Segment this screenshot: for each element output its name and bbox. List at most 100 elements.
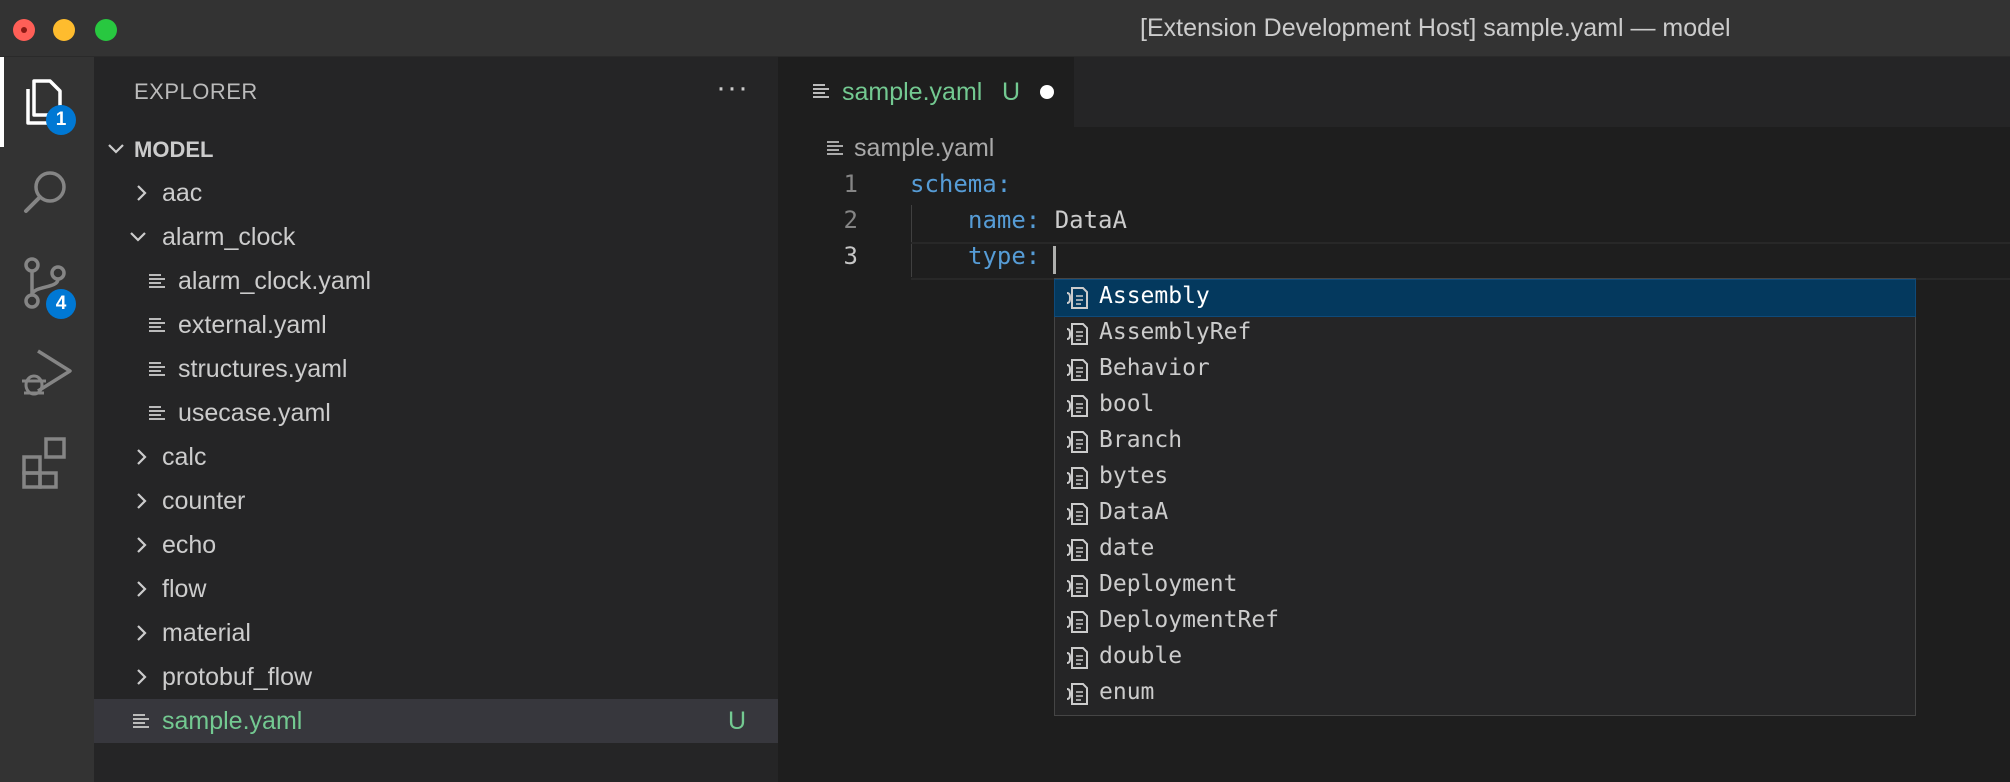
window-title: [Extension Development Host] sample.yaml… <box>1140 14 1731 42</box>
snippet-icon <box>1063 608 1091 642</box>
suggestion-label: bytes <box>1099 463 1169 489</box>
tree-item-external-yaml[interactable]: external.yaml <box>94 303 778 347</box>
tab-sample-yaml[interactable]: sample.yaml U <box>778 57 1074 127</box>
snippet-icon <box>1063 320 1091 354</box>
tree-item-sample-yaml[interactable]: sample.yaml U <box>94 699 778 743</box>
explorer-sidebar: EXPLORER ··· MODEL aac alarm_clock alarm… <box>94 57 778 782</box>
more-actions-button[interactable]: ··· <box>716 71 749 105</box>
chevron-right-icon <box>137 185 147 201</box>
suggestion-item[interactable]: bytes <box>1055 460 1915 496</box>
tree-item-protobuf-flow[interactable]: protobuf_flow <box>94 655 778 699</box>
suggestion-widget: Assembly AssemblyRef Behavior bool Branch byt… <box>1054 278 1916 716</box>
file-lines-icon <box>133 714 149 728</box>
minimize-window-button[interactable] <box>53 19 75 41</box>
tab-label: sample.yaml <box>842 78 983 106</box>
suggestion-label: Deployment <box>1099 571 1238 597</box>
run-debug-activity-button[interactable] <box>0 327 94 417</box>
tree-item-label: external.yaml <box>178 311 327 339</box>
suggestion-label: bool <box>1099 391 1155 417</box>
editor-tab-bar: sample.yaml U <box>778 57 2010 127</box>
snippet-icon <box>1063 356 1091 390</box>
suggestion-item[interactable]: double <box>1055 640 1915 676</box>
suggestion-label: date <box>1099 535 1155 561</box>
tree-item-label: calc <box>162 443 207 471</box>
snippet-icon <box>1063 536 1091 570</box>
chevron-right-icon <box>137 537 147 553</box>
chevron-right-icon <box>137 493 147 509</box>
suggestion-item[interactable]: Behavior <box>1055 352 1915 388</box>
tree-item-structures-yaml[interactable]: structures.yaml <box>94 347 778 391</box>
snippet-icon <box>1063 428 1091 462</box>
chevron-down-icon <box>130 232 146 242</box>
suggestion-item[interactable]: bool <box>1055 388 1915 424</box>
extensions-activity-button[interactable] <box>0 417 94 507</box>
tree-item-label: counter <box>162 487 246 515</box>
suggestion-label: AssemblyRef <box>1099 319 1252 345</box>
suggestion-label: DataA <box>1099 499 1169 525</box>
suggestion-item[interactable]: AssemblyRef <box>1055 316 1915 352</box>
yaml-key: type: <box>968 242 1041 270</box>
tree-item-echo[interactable]: echo <box>94 523 778 567</box>
tab-git-status: U <box>1002 78 1021 106</box>
source-control-activity-button[interactable]: 4 <box>0 237 94 327</box>
explorer-activity-button[interactable]: 1 <box>0 57 94 147</box>
suggestion-label: double <box>1099 643 1183 669</box>
suggestion-item[interactable]: Deployment <box>1055 568 1915 604</box>
suggestion-item[interactable]: Assembly <box>1054 279 1916 318</box>
suggestion-item[interactable]: enum <box>1055 676 1915 712</box>
tree-item-label: structures.yaml <box>178 355 348 383</box>
search-icon <box>24 171 66 213</box>
tree-item-material[interactable]: material <box>94 611 778 655</box>
code-line[interactable]: 2 name: DataA <box>778 206 2010 242</box>
chevron-right-icon <box>137 625 147 641</box>
tree-item-label: alarm_clock.yaml <box>178 267 372 295</box>
breadcrumb-file: sample.yaml <box>854 134 995 162</box>
snippet-icon <box>1063 464 1091 498</box>
file-lines-icon <box>149 362 165 376</box>
text-cursor <box>1053 246 1056 274</box>
chevron-down-icon <box>108 144 124 154</box>
chevron-right-icon <box>137 669 147 685</box>
suggestion-item[interactable]: DeploymentRef <box>1055 604 1915 640</box>
suggestion-item[interactable]: Branch <box>1055 424 1915 460</box>
unsaved-dot-icon[interactable] <box>1040 85 1054 99</box>
chevron-right-icon <box>137 449 147 465</box>
extensions-icon <box>22 437 66 489</box>
activity-bar: 1 4 <box>0 57 94 782</box>
tree-item-alarm-clock-yaml[interactable]: alarm_clock.yaml <box>94 259 778 303</box>
root-folder-model[interactable]: MODEL <box>94 127 778 171</box>
tree-item-alarm-clock[interactable]: alarm_clock <box>94 215 778 259</box>
suggestion-item[interactable]: DataA <box>1055 496 1915 532</box>
snippet-icon <box>1063 284 1091 318</box>
tree-item-label: usecase.yaml <box>178 399 331 427</box>
tree-item-flow[interactable]: flow <box>94 567 778 611</box>
chevron-right-icon <box>137 581 147 597</box>
code-line[interactable]: 1 schema: <box>778 170 2010 206</box>
search-activity-button[interactable] <box>0 147 94 237</box>
file-lines-icon <box>827 141 843 155</box>
suggestion-label: Behavior <box>1099 355 1210 381</box>
yaml-key: schema: <box>910 170 1012 198</box>
tree-item-label: aac <box>162 179 203 207</box>
snippet-icon <box>1063 392 1091 426</box>
tree-item-calc[interactable]: calc <box>94 435 778 479</box>
explorer-badge: 1 <box>46 105 76 135</box>
suggestion-label: enum <box>1099 679 1155 705</box>
file-lines-icon <box>813 84 829 98</box>
tree-item-aac[interactable]: aac <box>94 171 778 215</box>
file-lines-icon <box>149 406 165 420</box>
snippet-icon <box>1063 572 1091 606</box>
run-debug-icon <box>22 349 72 396</box>
tree-item-counter[interactable]: counter <box>94 479 778 523</box>
close-window-button[interactable] <box>13 19 35 41</box>
yaml-value: DataA <box>1054 206 1127 234</box>
code-line[interactable]: 3 type: <box>778 242 2010 278</box>
maximize-window-button[interactable] <box>95 19 117 41</box>
line-number: 1 <box>843 170 858 198</box>
suggestion-item[interactable]: date <box>1055 532 1915 568</box>
git-status-badge: U <box>727 707 746 735</box>
scm-badge: 4 <box>46 289 76 319</box>
tree-item-usecase-yaml[interactable]: usecase.yaml <box>94 391 778 435</box>
tree-item-label: protobuf_flow <box>162 663 313 691</box>
tree-item-label: flow <box>162 575 207 603</box>
